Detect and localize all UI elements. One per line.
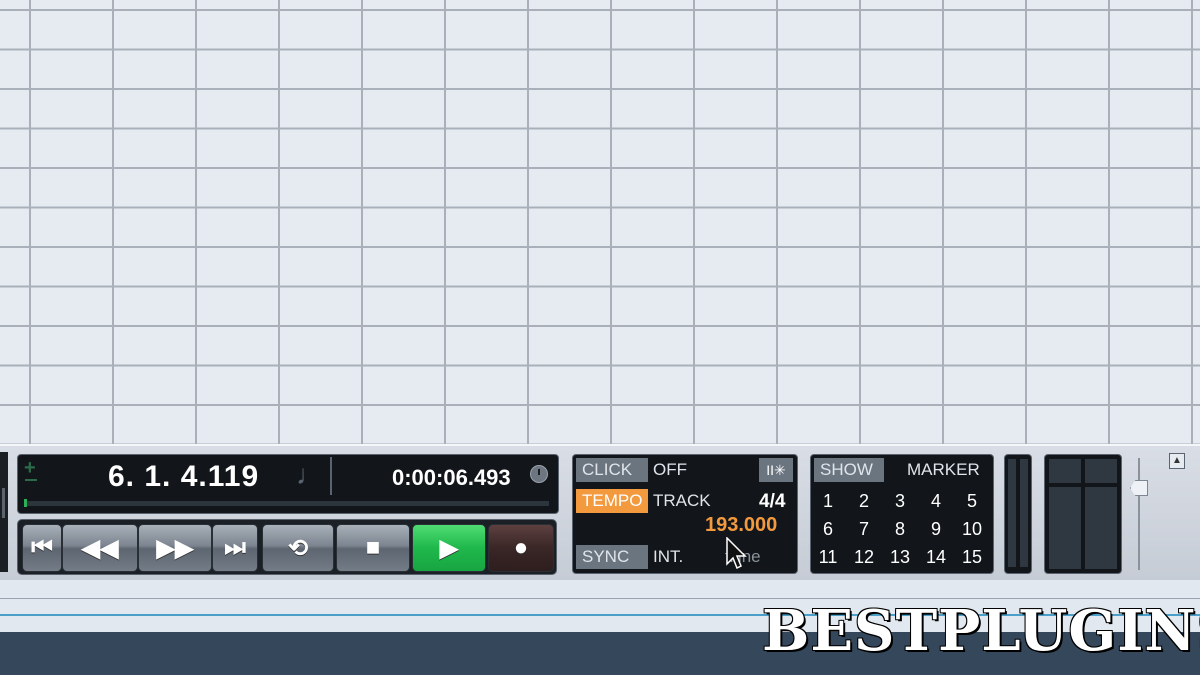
stop-icon: ■ xyxy=(365,534,381,561)
marker-13-button[interactable]: 13 xyxy=(885,547,915,568)
marker-9-button[interactable]: 9 xyxy=(921,519,951,540)
clock-icon[interactable] xyxy=(530,465,548,483)
output-level-fader[interactable] xyxy=(1128,458,1152,570)
fast-forward-button[interactable]: ▶▶ xyxy=(138,524,212,572)
meter-cell xyxy=(1049,459,1081,483)
marker-14-button[interactable]: 14 xyxy=(921,547,951,568)
marker-6-button[interactable]: 6 xyxy=(813,519,843,540)
marker-8-button[interactable]: 8 xyxy=(885,519,915,540)
transport-buttons: ⏮ ◀◀ ▶▶ ⏭ ⟲ ■ ▶ ● xyxy=(17,519,557,575)
marker-7-button[interactable]: 7 xyxy=(849,519,879,540)
play-button[interactable]: ▶ xyxy=(412,524,486,572)
marker-panel: SHOW MARKER 1 2 3 4 5 6 7 8 9 10 11 12 1… xyxy=(810,454,994,574)
marker-12-button[interactable]: 12 xyxy=(849,547,879,568)
fader-track xyxy=(1138,458,1140,570)
marker-line-icon xyxy=(330,457,332,495)
mouse-cursor-icon xyxy=(726,537,747,570)
timecode-readout[interactable]: 0:00:06.493 xyxy=(392,465,511,491)
position-scrubber[interactable] xyxy=(24,501,549,506)
tempo-mode: TRACK xyxy=(653,491,711,510)
fader-knob[interactable] xyxy=(1130,480,1148,496)
tempo-value[interactable]: 193.000 xyxy=(705,514,777,537)
meter-cell xyxy=(1049,487,1081,569)
loop-icon: ⟲ xyxy=(287,534,309,562)
marker-2-button[interactable]: 2 xyxy=(849,491,879,512)
arrange-grid[interactable] xyxy=(0,0,1200,444)
go-to-start-button[interactable]: ⏮ xyxy=(22,524,62,572)
rewind-icon: ◀◀ xyxy=(81,534,119,562)
tempo-button[interactable]: TEMPO xyxy=(576,489,648,513)
marker-3-button[interactable]: 3 xyxy=(885,491,915,512)
marker-1-button[interactable]: 1 xyxy=(813,491,843,512)
meter-cell xyxy=(1085,459,1117,483)
audio-activity-meter xyxy=(1044,454,1122,574)
fast-forward-icon: ▶▶ xyxy=(156,534,194,562)
go-to-end-button[interactable]: ⏭ xyxy=(212,524,258,572)
marker-label: MARKER xyxy=(907,460,980,479)
record-icon: ● xyxy=(513,534,529,561)
expand-up-icon[interactable]: ▲ xyxy=(1169,453,1185,469)
marker-5-button[interactable]: 5 xyxy=(957,491,987,512)
marker-15-button[interactable]: 15 xyxy=(957,547,987,568)
position-display: + 6. 1. 4.119 ♩ 0:00:06.493 xyxy=(17,454,559,514)
nudge-plus-button[interactable]: + xyxy=(24,457,36,480)
sync-button[interactable]: SYNC xyxy=(576,545,648,569)
play-icon: ▶ xyxy=(439,534,459,562)
marker-10-button[interactable]: 10 xyxy=(957,519,987,540)
sync-source: INT. xyxy=(653,547,684,566)
go-to-start-icon: ⏮ xyxy=(31,534,53,561)
scrubber-marker xyxy=(24,499,27,507)
nudge-minus-button[interactable] xyxy=(25,479,37,481)
click-tempo-sync-panel: CLICK OFF II✳ TEMPO TRACK 4/4 193.000 SY… xyxy=(572,454,798,574)
note-icon: ♩ xyxy=(296,459,324,490)
marker-11-button[interactable]: 11 xyxy=(813,547,843,568)
go-to-end-icon: ⏭ xyxy=(224,534,246,561)
loop-button[interactable]: ⟲ xyxy=(262,524,334,572)
click-settings-icon[interactable]: II✳ xyxy=(759,458,793,482)
watermark-logo: BESTPLUGINS xyxy=(762,598,1200,664)
bars-beats-readout[interactable]: 6. 1. 4.119 xyxy=(108,460,259,494)
midi-activity-meter xyxy=(1004,454,1032,574)
show-markers-button[interactable]: SHOW xyxy=(814,458,884,482)
rewind-button[interactable]: ◀◀ xyxy=(62,524,138,572)
record-button[interactable]: ● xyxy=(488,524,554,572)
transport-left-handle[interactable] xyxy=(2,488,5,518)
time-signature[interactable]: 4/4 xyxy=(759,491,785,513)
marker-4-button[interactable]: 4 xyxy=(921,491,951,512)
meter-cell xyxy=(1085,487,1117,569)
click-button[interactable]: CLICK xyxy=(576,458,648,482)
stop-button[interactable]: ■ xyxy=(336,524,410,572)
click-status: OFF xyxy=(653,460,687,479)
